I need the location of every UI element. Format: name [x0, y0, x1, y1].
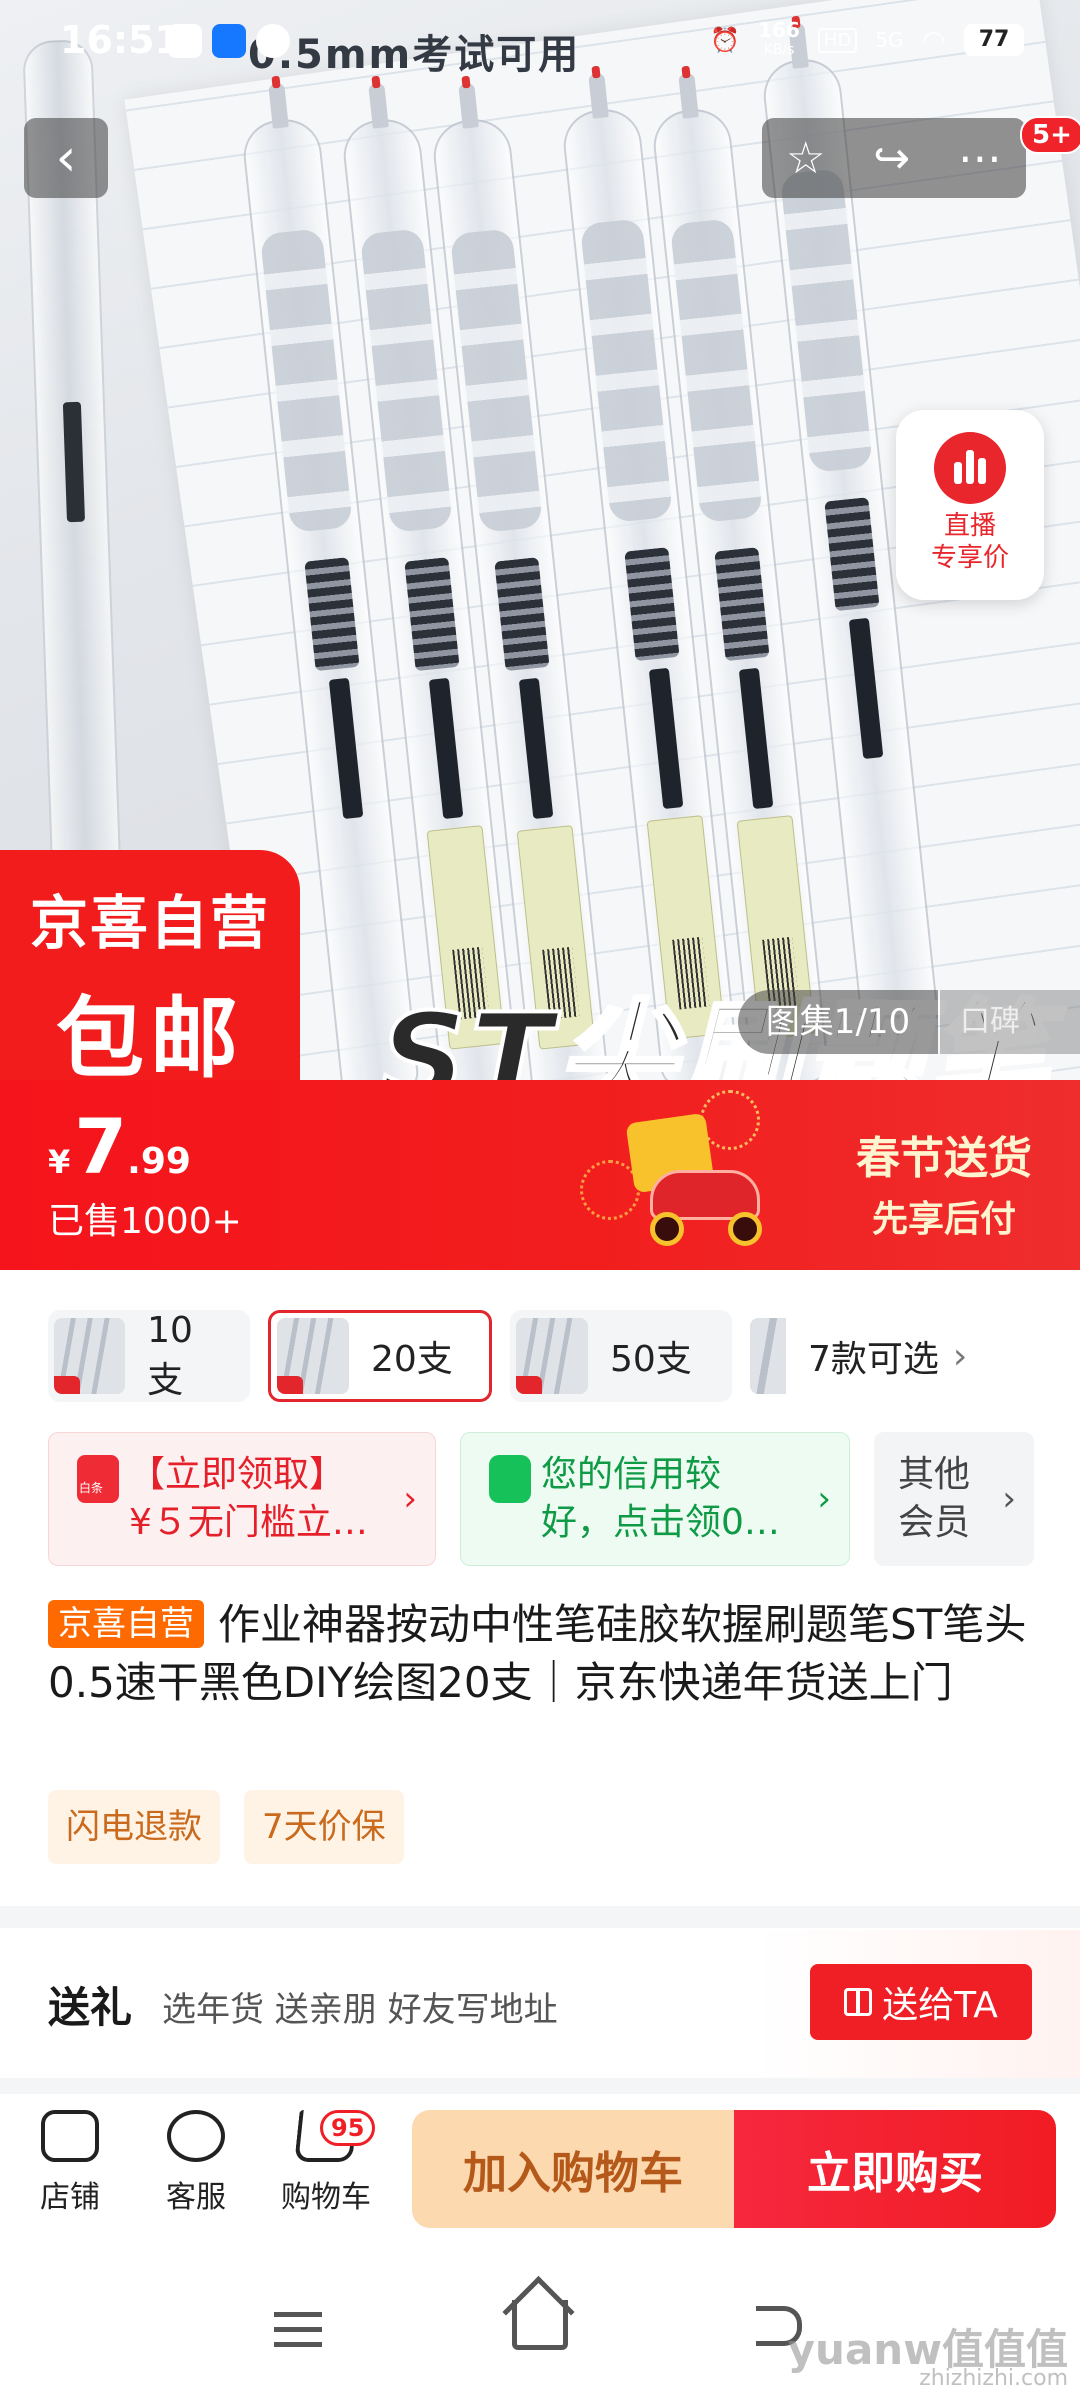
- gift-subtitle: 选年货 送亲朋 好友写地址: [162, 1990, 558, 2030]
- customer-service-button[interactable]: 客服: [136, 2110, 256, 2216]
- self-operated-tag: 京喜自营: [48, 1600, 204, 1648]
- hd-indicator: HD: [817, 27, 858, 53]
- price-currency: ¥: [48, 1143, 71, 1181]
- service-tags: 闪电退款 7天价保: [48, 1790, 404, 1864]
- store-icon: [41, 2110, 99, 2162]
- price: ¥ 7 .99: [48, 1102, 191, 1191]
- recent-apps-icon[interactable]: [274, 2312, 322, 2348]
- gift-title: 送礼: [48, 1983, 133, 2032]
- live-stream-icon: [934, 432, 1006, 504]
- sku-label: 20支: [371, 1339, 453, 1380]
- add-to-cart-button[interactable]: 加入购物车: [412, 2110, 734, 2228]
- service-tag[interactable]: 7天价保: [244, 1790, 404, 1864]
- promo-badge-line2: 包邮: [55, 987, 244, 1080]
- share-icon[interactable]: ↪: [873, 133, 910, 184]
- watermark-url: zhizhizhi.com: [919, 2366, 1068, 2391]
- home-icon[interactable]: [512, 2300, 568, 2350]
- alarm-icon: ⏰: [710, 26, 741, 54]
- sku-thumbnail: [750, 1318, 786, 1394]
- store-button[interactable]: 店铺: [10, 2110, 130, 2216]
- customer-service-label: 客服: [166, 2180, 226, 2215]
- baitiao-icon: [77, 1455, 119, 1503]
- sku-label: 50支: [610, 1339, 692, 1380]
- baitiao-coupon-text: 【立即领取】 ¥５无门槛立…: [129, 1454, 368, 1543]
- customer-service-icon: [167, 2110, 225, 2162]
- cart-label: 购物车: [281, 2180, 371, 2215]
- credit-coupon-card[interactable]: 您的信用较 好，点击领0… ›: [460, 1432, 850, 1566]
- delivery-scooter-icon: [610, 1110, 770, 1250]
- price-decimal: .99: [127, 1141, 191, 1182]
- section-divider: [0, 2078, 1080, 2094]
- notification-badge: 5+: [1020, 116, 1080, 154]
- section-divider: [0, 1906, 1080, 1928]
- member-card-text: 其他 会员: [898, 1454, 971, 1543]
- sku-option[interactable]: 50支: [510, 1310, 732, 1402]
- live-card-line1: 直播: [943, 511, 996, 541]
- wifi-icon: ◠: [921, 23, 946, 57]
- send-gift-button[interactable]: 送给TA: [810, 1964, 1032, 2040]
- network-speed: 166 KB/s: [758, 18, 800, 58]
- shopping-bag-icon: [489, 1455, 531, 1503]
- cart-count-badge: 95: [320, 2110, 376, 2146]
- header-actions: ☆ ↪ ⋯: [762, 118, 1026, 198]
- chevron-right-icon: ›: [403, 1479, 417, 1519]
- price-banner: ¥ 7 .99 已售1000+ 春节送货 先享后付: [0, 1080, 1080, 1270]
- sku-thumbnail: [54, 1318, 126, 1394]
- credit-coupon-text: 您的信用较 好，点击领0…: [541, 1454, 780, 1543]
- spring-festival-promo[interactable]: 春节送货 先享后付: [856, 1122, 1032, 1242]
- back-button[interactable]: ‹: [24, 118, 108, 198]
- sku-more-button[interactable]: 7款可选 ›: [750, 1310, 967, 1402]
- gift-icon: [844, 1988, 873, 2016]
- promo-badge-line1: 京喜自营: [29, 889, 270, 957]
- sku-thumbnail: [277, 1318, 349, 1394]
- sku-thumbnail: [516, 1318, 588, 1394]
- alipay-icon: [212, 24, 246, 58]
- live-price-card[interactable]: 直播 专享价: [896, 410, 1044, 600]
- chevron-left-icon: ‹: [55, 128, 77, 188]
- service-tag[interactable]: 闪电退款: [48, 1790, 220, 1864]
- sku-option[interactable]: 10支: [48, 1310, 250, 1402]
- coupon-row: 【立即领取】 ¥５无门槛立… › 您的信用较 好，点击领0… › 其他 会员 ›: [48, 1432, 1080, 1566]
- more-icon[interactable]: ⋯: [958, 133, 1002, 184]
- send-gift-label: 送给TA: [882, 1985, 998, 2026]
- review-tab[interactable]: 口碑: [940, 990, 1080, 1054]
- price-integer: 7: [74, 1102, 128, 1191]
- buy-now-button[interactable]: 立即购买: [734, 2110, 1056, 2228]
- promo-line1: 春节送货: [856, 1133, 1032, 1184]
- status-right: ⏰ 166 KB/s HD 5G ◠ 77: [710, 20, 1024, 60]
- promo-badge: 京喜自营 包邮: [0, 850, 300, 1080]
- store-label: 店铺: [40, 2180, 100, 2215]
- gift-section: 送礼 选年货 送亲朋 好友写地址 送给TA: [0, 1930, 1080, 2078]
- sold-count: 已售1000+: [48, 1201, 242, 1242]
- baitiao-coupon-card[interactable]: 【立即领取】 ¥５无门槛立… ›: [48, 1432, 436, 1566]
- gallery-counter[interactable]: 图集1/10: [738, 990, 938, 1054]
- sku-more-label: 7款可选: [808, 1339, 939, 1380]
- chevron-right-icon: ›: [817, 1479, 831, 1519]
- status-bar: 16:51 ⏰ 166 KB/s HD 5G ◠ 77: [0, 0, 1080, 86]
- battery-indicator: 77: [964, 24, 1024, 56]
- live-card-line2: 专享价: [930, 543, 1009, 573]
- bottom-action-bar: 店铺 客服 购物车 95 加入购物车 立即购买: [0, 2094, 1080, 2240]
- sku-selector: 10支 20支 50支 7款可选 ›: [48, 1310, 1080, 1402]
- sku-label: 10支: [147, 1309, 193, 1401]
- sku-option-selected[interactable]: 20支: [268, 1310, 492, 1402]
- chevron-right-icon: ›: [1002, 1479, 1016, 1519]
- member-card[interactable]: 其他 会员 ›: [874, 1432, 1034, 1566]
- status-time: 16:51: [60, 18, 181, 62]
- signal-indicator: 5G: [875, 28, 904, 52]
- chevron-right-icon: ›: [952, 1335, 968, 1377]
- chat-icon: [256, 24, 290, 58]
- product-title-block: 京喜自营 作业神器按动中性笔硅胶软握刷题笔ST笔头0.5速干黑色DIY绘图20支｜…: [48, 1596, 1038, 1712]
- promo-line2: 先享后付: [871, 1198, 1016, 1240]
- app-notification-icon: [168, 24, 202, 58]
- favorite-star-icon[interactable]: ☆: [786, 133, 825, 184]
